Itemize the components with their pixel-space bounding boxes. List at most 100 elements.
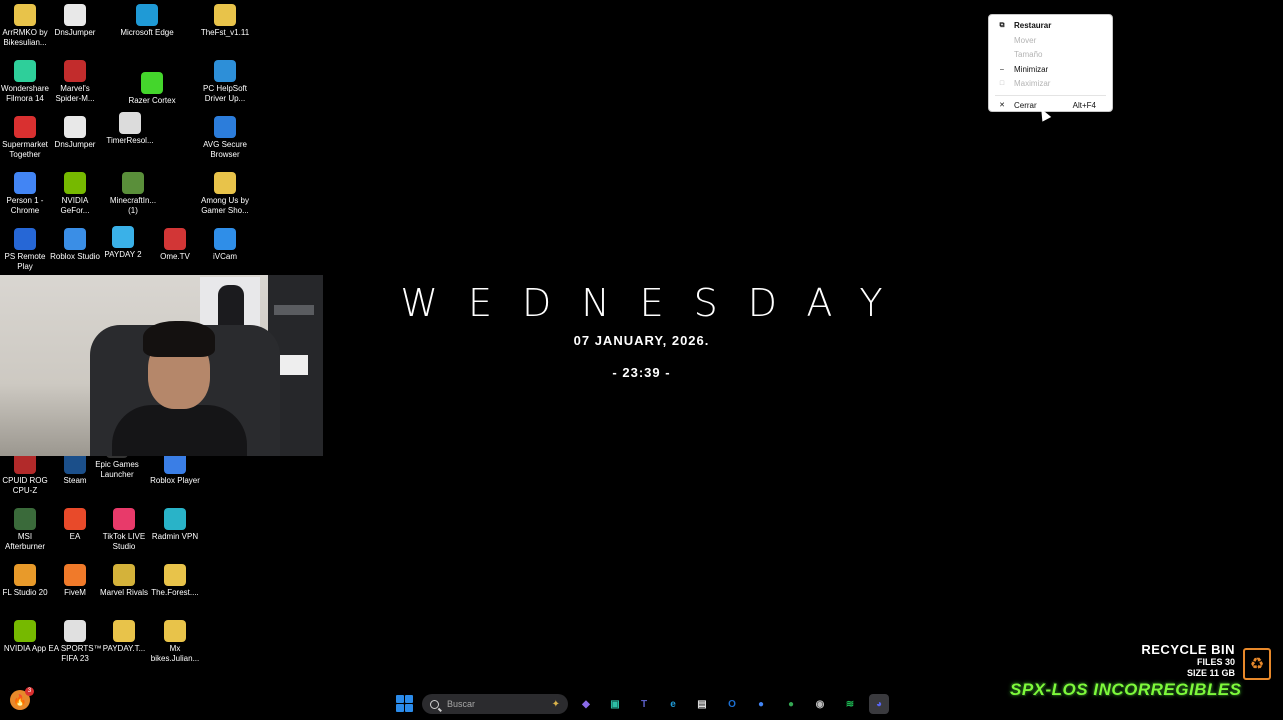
edge-icon[interactable]: e xyxy=(663,694,683,714)
desktop-shortcut[interactable]: FiveM xyxy=(47,564,103,598)
desktop-shortcut[interactable]: Microsoft Edge xyxy=(119,4,175,38)
desktop-shortcut-label: Person 1 - Chrome xyxy=(6,196,44,215)
menu-item-label: Maximizar xyxy=(1014,79,1051,89)
desktop-shortcut-label: EA xyxy=(69,532,81,541)
teams-icon[interactable]: T xyxy=(634,694,654,714)
cod-icon[interactable]: ▤ xyxy=(692,694,712,714)
desktop-shortcut[interactable]: The.Forest.... xyxy=(147,564,203,598)
discord-icon[interactable]: ◕ xyxy=(869,694,889,714)
menu-item-maximize[interactable]: □ Maximizar xyxy=(989,77,1112,92)
desktop-shortcut-label: MSI Afterburner xyxy=(4,532,46,551)
desktop-shortcut[interactable]: Mx bikes.Julian... xyxy=(147,620,203,664)
driver-updater-icon xyxy=(214,60,236,82)
search-highlight-icon: ✦ xyxy=(551,698,560,710)
desktop-shortcut[interactable]: Razer Cortex xyxy=(124,72,180,106)
desktop-shortcut[interactable]: FL Studio 20 xyxy=(0,564,53,598)
spiderman-icon xyxy=(64,60,86,82)
minimize-icon: – xyxy=(1000,65,1004,73)
menu-item-restore[interactable]: ⧉ Restaurar xyxy=(989,19,1112,34)
desktop-shortcut[interactable]: Marvel Rivals xyxy=(96,564,152,598)
ea-icon xyxy=(64,508,86,530)
desktop-shortcut[interactable]: Ome.TV xyxy=(147,228,203,262)
desktop-shortcut[interactable]: PAYDAY.T... xyxy=(96,620,152,654)
ometv-icon xyxy=(164,228,186,250)
desktop-shortcut-label: iVCam xyxy=(212,252,237,261)
desktop-shortcut-label: Among Us by Gamer Sho... xyxy=(200,196,250,215)
desktop-shortcut-label: FiveM xyxy=(64,588,86,597)
desktop-shortcut-label: DnsJumper xyxy=(54,28,96,37)
desktop-shortcut[interactable]: PS Remote Play xyxy=(0,228,53,272)
tray-app[interactable]: 🔥 3 xyxy=(10,687,34,712)
stream-watermark: SPX-LOS INCORREGIBLES xyxy=(1010,680,1242,699)
desktop-shortcut[interactable]: PAYDAY 2 xyxy=(95,226,151,260)
menu-item-label: Tamaño xyxy=(1014,50,1043,60)
spotify-icon[interactable]: ≋ xyxy=(840,694,860,714)
desktop-shortcut[interactable]: DnsJumper xyxy=(47,116,103,150)
window-context-menu: ⧉ Restaurar Mover Tamaño – Minimizar □ M… xyxy=(988,14,1113,112)
desktop-shortcut-label: Ome.TV xyxy=(160,252,190,261)
desktop-shortcut[interactable]: Supermarket Together xyxy=(0,116,53,160)
obs-icon[interactable]: ◉ xyxy=(810,694,830,714)
marvel-rivals-icon xyxy=(113,564,135,586)
desktop-shortcut-label: Marvel's Spider-M... xyxy=(55,84,95,103)
folder-icon xyxy=(214,172,236,194)
desktop-shortcut-label: NVIDIA GeFor... xyxy=(60,196,90,215)
desktop-shortcut[interactable]: iVCam xyxy=(197,228,253,262)
recycle-bin-icon[interactable]: ♻ xyxy=(1243,648,1271,680)
chrome-profile-icon[interactable]: ● xyxy=(781,694,801,714)
desktop-shortcut[interactable]: NVIDIA GeFor... xyxy=(47,172,103,216)
desktop-shortcut[interactable]: Roblox Player xyxy=(147,452,203,486)
menu-item-label: Minimizar xyxy=(1014,64,1049,74)
desktop-shortcut-label: Mx bikes.Julian... xyxy=(150,644,200,663)
desktop-shortcut-label: Marvel Rivals xyxy=(99,588,148,597)
tiktok-icon xyxy=(113,508,135,530)
meet-icon[interactable]: ▣ xyxy=(605,694,625,714)
start-button[interactable] xyxy=(396,695,413,712)
desktop-shortcut[interactable]: Wondershare Filmora 14 xyxy=(0,60,53,104)
menu-item-move[interactable]: Mover xyxy=(989,34,1112,49)
desktop-shortcut[interactable]: NVIDIA App xyxy=(0,620,53,654)
desktop-shortcut[interactable]: CPUID ROG CPU-Z xyxy=(0,452,53,496)
desktop-shortcut[interactable]: DnsJumper xyxy=(47,4,103,38)
desktop-shortcut[interactable]: TikTok LIVE Studio xyxy=(96,508,152,552)
desktop-shortcut-label: DnsJumper xyxy=(54,140,96,149)
recycle-bin-size: SIZE 11 GB xyxy=(1186,668,1235,678)
menu-item-size[interactable]: Tamaño xyxy=(989,48,1112,63)
desktop-shortcut[interactable]: Marvel's Spider-M... xyxy=(47,60,103,104)
outlook-icon[interactable]: O xyxy=(722,694,742,714)
desktop-shortcut[interactable]: TimerResol... xyxy=(102,112,158,146)
search-placeholder: Buscar xyxy=(447,699,476,709)
menu-item-close[interactable]: ✕ Cerrar Alt+F4 xyxy=(989,99,1112,114)
maximize-icon: □ xyxy=(999,80,1005,88)
desktop-shortcut-label: NVIDIA App xyxy=(3,644,47,653)
desktop-shortcut[interactable]: PC HelpSoft Driver Up... xyxy=(197,60,253,104)
desktop-shortcut-label: AVG Secure Browser xyxy=(203,140,247,159)
desktop-shortcut-label: TikTok LIVE Studio xyxy=(102,532,146,551)
clock-time: - 23:39 - xyxy=(612,365,671,380)
desktop-shortcut[interactable]: Person 1 - Chrome xyxy=(0,172,53,216)
recycle-bin-widget[interactable]: RECYCLE BIN FILES 30 SIZE 11 GB xyxy=(1100,642,1235,679)
chrome-icon[interactable]: ● xyxy=(751,694,771,714)
streamer-torso xyxy=(112,405,247,456)
desktop-shortcut[interactable]: MSI Afterburner xyxy=(0,508,53,552)
flstudio-icon xyxy=(14,564,36,586)
desktop-shortcut-label: Microsoft Edge xyxy=(120,28,174,37)
desktop-shortcut[interactable]: TheFst_v1.11 xyxy=(197,4,253,38)
taskbar-search[interactable]: Buscar ✦ xyxy=(422,694,568,714)
desktop-shortcut-label: Wondershare Filmora 14 xyxy=(1,84,49,103)
desktop-shortcut[interactable]: Radmin VPN xyxy=(147,508,203,542)
desktop-shortcut[interactable]: EA xyxy=(47,508,103,542)
desktop-shortcut[interactable]: ArrRMKO by Bikesulian... xyxy=(0,4,53,48)
menu-item-minimize[interactable]: – Minimizar xyxy=(989,63,1112,78)
desktop-shortcut[interactable]: EA SPORTS™ FIFA 23 xyxy=(47,620,103,664)
desktop-shortcut-label: PC HelpSoft Driver Up... xyxy=(202,84,248,103)
avg-icon xyxy=(214,116,236,138)
minecraft-icon xyxy=(122,172,144,194)
fivem-icon xyxy=(64,564,86,586)
desktop-shortcut-label: TimerResol... xyxy=(106,136,154,145)
desktop-shortcut[interactable]: MinecraftIn... (1) xyxy=(105,172,161,216)
desktop-shortcut[interactable]: AVG Secure Browser xyxy=(197,116,253,160)
desktop-shortcut[interactable]: Among Us by Gamer Sho... xyxy=(197,172,253,216)
copilot-icon[interactable]: ◆ xyxy=(576,694,596,714)
dnsjumper-icon xyxy=(64,4,86,26)
